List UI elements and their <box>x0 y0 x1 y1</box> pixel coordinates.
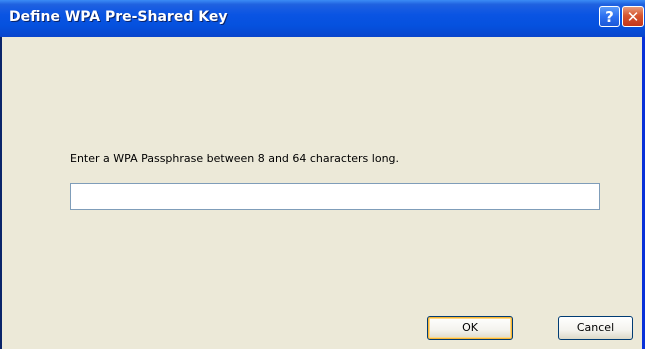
passphrase-input[interactable] <box>70 183 600 210</box>
close-icon: ✕ <box>626 7 640 26</box>
close-button[interactable]: ✕ <box>622 6 644 27</box>
help-button[interactable]: ? <box>599 6 620 27</box>
help-icon: ? <box>605 7 614 26</box>
passphrase-prompt-label: Enter a WPA Passphrase between 8 and 64 … <box>70 152 400 165</box>
ok-button[interactable]: OK <box>427 316 513 340</box>
cancel-button[interactable]: Cancel <box>558 316 633 340</box>
dialog-title: Define WPA Pre-Shared Key <box>9 9 228 25</box>
title-bar[interactable]: Define WPA Pre-Shared Key ? ✕ <box>0 0 645 37</box>
dialog-window: Define WPA Pre-Shared Key ? ✕ Enter a WP… <box>0 0 645 349</box>
